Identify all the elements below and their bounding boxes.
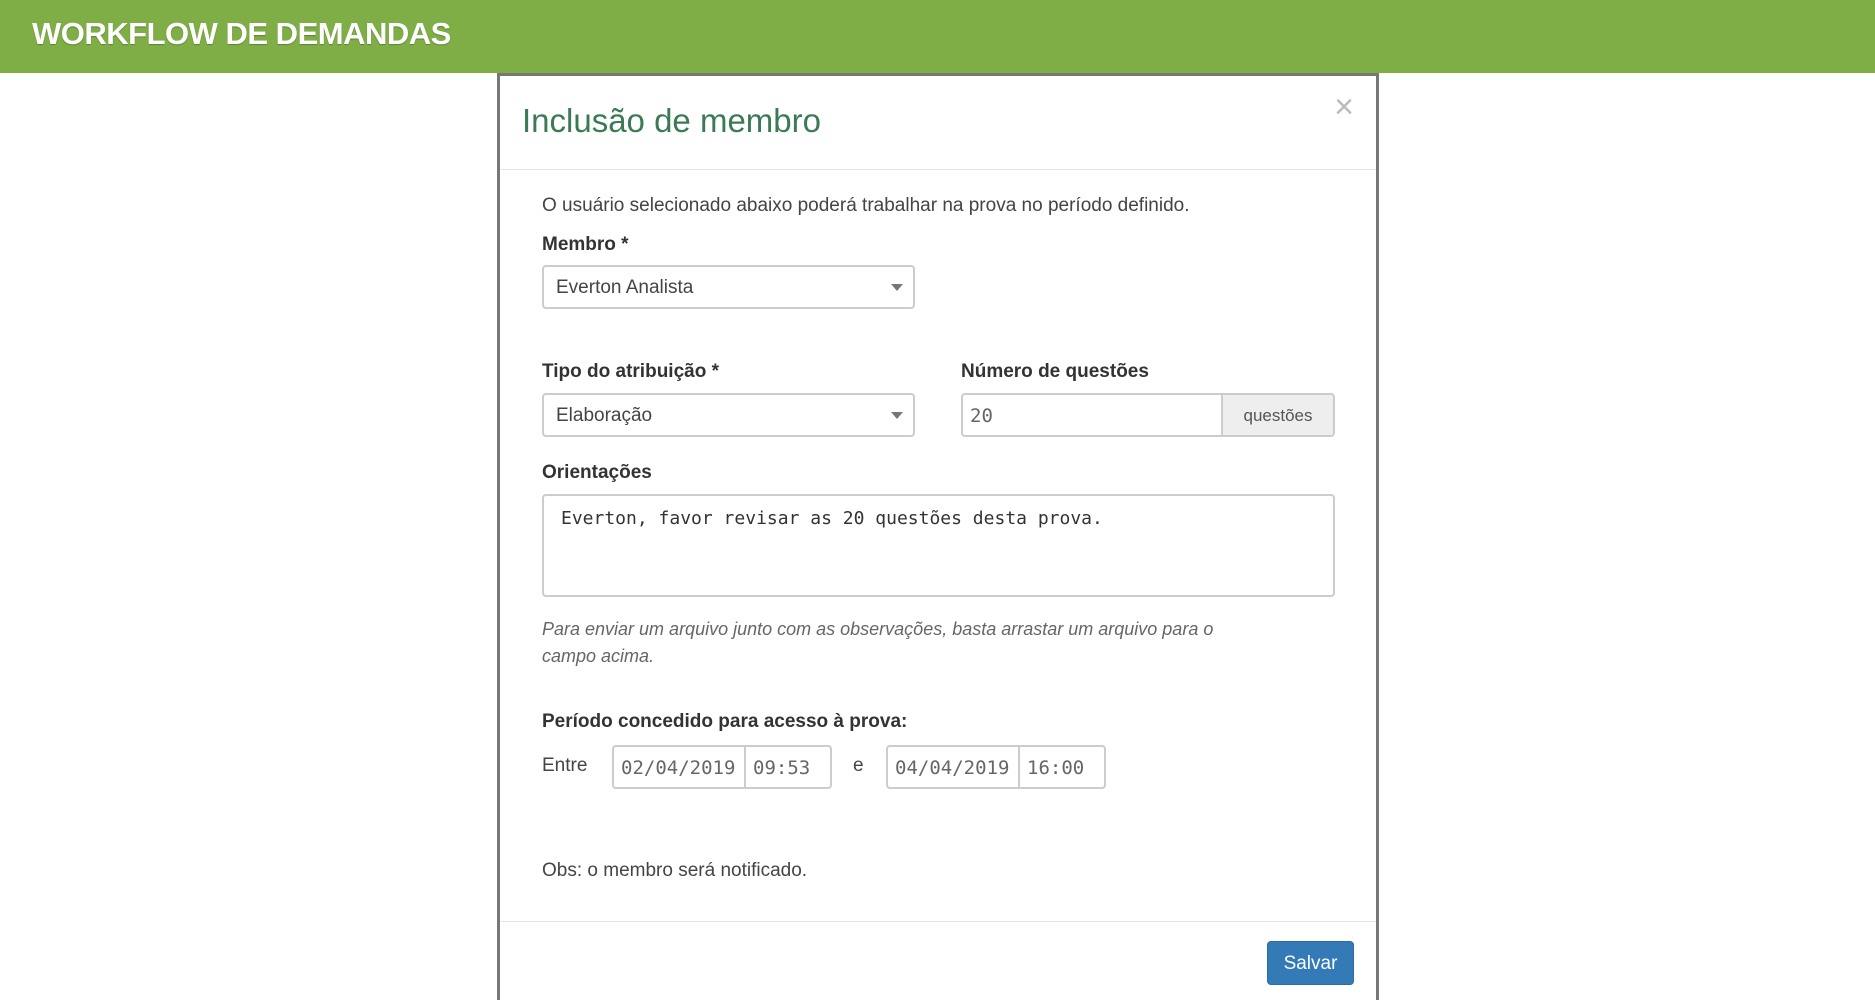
member-label: Membro * (542, 234, 629, 255)
period-label: Período concedido para acesso à prova: (542, 711, 908, 732)
dialog-title: Inclusão de membro (522, 102, 821, 139)
assignment-type-label: Tipo do atribuição * (542, 361, 719, 382)
member-select[interactable]: Everton Analista (542, 265, 915, 309)
add-member-dialog: Inclusão de membro × O usuário seleciona… (497, 73, 1379, 1000)
start-time-value: 09:53 (753, 757, 811, 779)
dialog-header: Inclusão de membro × (500, 76, 1376, 170)
start-date-input[interactable]: 02/04/2019 (612, 745, 746, 789)
question-count-label: Número de questões (961, 361, 1149, 382)
save-button[interactable]: Salvar (1267, 941, 1354, 985)
chevron-down-icon (891, 412, 903, 419)
notification-note: Obs: o membro será notificado. (542, 860, 808, 881)
app-title: WORKFLOW DE DEMANDAS (32, 16, 451, 51)
end-date-value: 04/04/2019 (895, 757, 1010, 779)
help-text-line-2: campo acima. (542, 646, 655, 666)
top-bar: WORKFLOW DE DEMANDAS (0, 0, 1875, 73)
help-text-line-1: Para enviar um arquivo junto com as obse… (542, 619, 1214, 639)
period-and-label: e (853, 755, 864, 776)
assignment-type-select[interactable]: Elaboração (542, 393, 915, 437)
end-time-input[interactable]: 16:00 (1018, 745, 1106, 789)
period-between-label: Entre (542, 755, 588, 776)
intro-text: O usuário selecionado abaixo poderá trab… (542, 195, 1190, 216)
member-select-value: Everton Analista (556, 277, 694, 298)
question-count-input[interactable]: 20 (961, 393, 1223, 437)
start-date-value: 02/04/2019 (621, 757, 736, 779)
save-button-label: Salvar (1283, 953, 1338, 974)
end-time-value: 16:00 (1027, 757, 1085, 779)
guidance-value: Everton, favor revisar as 20 questões de… (561, 508, 1103, 529)
assignment-type-value: Elaboração (556, 405, 653, 426)
start-time-input[interactable]: 09:53 (744, 745, 832, 789)
footer-divider (500, 921, 1376, 922)
guidance-textarea[interactable]: Everton, favor revisar as 20 questões de… (542, 494, 1335, 597)
chevron-down-icon (891, 284, 903, 291)
close-icon[interactable]: × (1334, 90, 1354, 124)
guidance-label: Orientações (542, 462, 652, 483)
question-count-unit: questões (1243, 406, 1313, 425)
end-date-input[interactable]: 04/04/2019 (886, 745, 1020, 789)
question-count-addon: questões (1221, 393, 1335, 437)
help-text: Para enviar um arquivo junto com as obse… (542, 616, 1213, 670)
question-count-value: 20 (970, 405, 993, 427)
